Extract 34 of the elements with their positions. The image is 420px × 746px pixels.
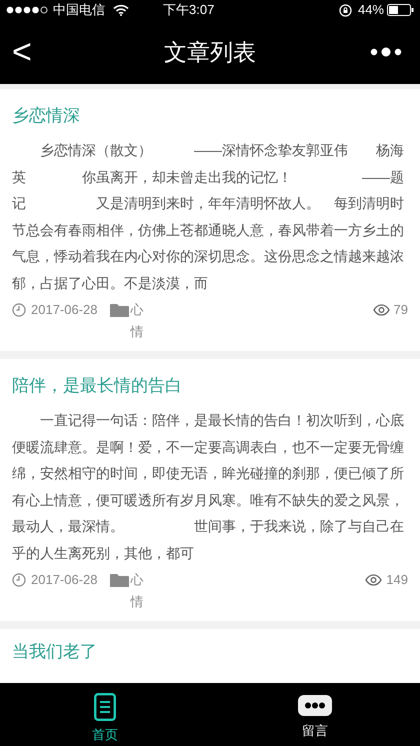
signal-icon: [6, 6, 50, 14]
eye-icon: [365, 574, 382, 586]
clock-icon: [12, 573, 26, 587]
article-title[interactable]: 乡恋情深: [12, 105, 408, 127]
post-category[interactable]: 心情: [130, 299, 144, 343]
article-title[interactable]: 当我们老了: [12, 641, 408, 663]
folder-icon: [110, 573, 128, 588]
page-title: 文章列表: [164, 38, 256, 67]
chat-bubble-icon: [298, 693, 332, 717]
carrier-name: 中国电信: [53, 1, 105, 20]
article-card[interactable]: 当我们老了: [0, 629, 420, 683]
post-date: 2017-06-28: [31, 571, 98, 589]
document-icon: [94, 693, 116, 721]
view-count: 79: [394, 301, 408, 319]
post-category[interactable]: 心情: [130, 569, 144, 613]
article-excerpt: 一直记得一句话：陪伴，是最长情的告白！初次听到，心底便暖流肆意。是啊！爱，不一定要高调表白，也不一定要无骨缠绵，安然相守的时间，即使无语，眸光碰撞的刹那，便已倾了所有心上情意，便可暖透所有岁月风寒。唯有不缺失的爱之风景，最动人，最深情。 世间事，于我来说，除了与自己在乎的人生离死别，其他，都可: [12, 411, 405, 562]
article-card[interactable]: 陪伴，是最长情的告白 一直记得一句话：陪伴，是最长情的告白！初次听到，心底便暖流肆意。是啊！爱，不一定要高调表白，也不一定要无骨缠绵，安然相守的时间，即使无语，眸光碰撞的刹那，便已倾了所有心上情意，便可暖透所有岁月风寒。唯有不缺失的爱之风景，最动人，最深情。 世间事，于我来说，除了与自己在乎的人生离死别，其他，都可 2017-06-28 心情 149: [0, 359, 420, 621]
rotation-lock-icon: [338, 4, 352, 16]
battery-icon: [387, 4, 414, 16]
article-excerpt: 乡恋情深（散文） ——深情怀念挚友郭亚伟 杨海英 你虽离开，却未曾走出我的记忆！ ——题记 又是清明到来时，年年清明怀故人。 每到清明时节总会有春雨相伴，仿佛上苍都通晓人意，春风带着一方乡土的气息，悸动着我在内心对你的深切思念。这份思念之情越来越浓郁，占据了心田。不是淡漠，而: [12, 141, 405, 292]
tab-item[interactable]: 首页: [0, 683, 210, 746]
article-card[interactable]: 乡恋情深 乡恋情深（散文） ——深情怀念挚友郭亚伟 杨海英 你虽离开，却未曾走出我的记忆！ ——题记 又是清明到来时，年年清明怀故人。 每到清明时节总会有春雨相伴，仿佛上苍都通晓人意，春风带着一方乡土的气息，悸动着我在内心对你的深切思念。这份思念之情越来越浓郁，占据了心田。不是淡漠，而 2017-06-28 心情 79: [0, 89, 420, 351]
eye-icon: [372, 304, 390, 316]
post-date: 2017-06-28: [31, 301, 98, 319]
article-title[interactable]: 陪伴，是最长情的告白: [12, 375, 408, 397]
folder-icon: [110, 303, 128, 318]
battery-percent: 44%: [358, 1, 384, 20]
back-button[interactable]: <: [12, 35, 36, 69]
view-count: 149: [386, 571, 408, 589]
status-time: 下午3:07: [163, 1, 214, 20]
more-icon[interactable]: [370, 47, 402, 57]
clock-icon: [12, 303, 26, 317]
wifi-icon: [113, 4, 129, 16]
tab-item[interactable]: 留言: [210, 683, 420, 746]
